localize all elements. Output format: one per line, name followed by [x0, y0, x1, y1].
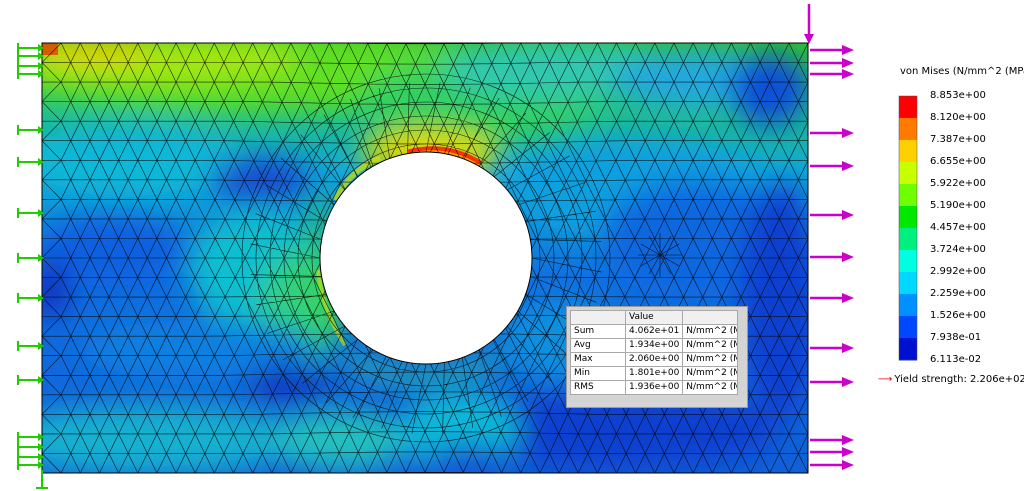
row-name: Max [570, 352, 626, 367]
load-arrow [810, 293, 854, 303]
legend-color-band [899, 140, 917, 163]
row-value: 4.062e+01 [624, 324, 684, 339]
table-row[interactable]: Min 1.801e+00 N/mm^2 (M [570, 366, 739, 381]
fixture-marker [17, 157, 44, 167]
legend-label: 3.724e+00 [930, 244, 986, 255]
legend-label: 5.190e+00 [930, 200, 986, 211]
hole-outline [319, 151, 533, 365]
load-arrow [810, 252, 854, 262]
load-arrow [810, 69, 854, 79]
load-arrow [810, 210, 854, 220]
legend-label: 5.922e+00 [930, 178, 986, 189]
row-unit: N/mm^2 (M [682, 352, 739, 367]
load-arrow [810, 447, 854, 457]
column-header [682, 310, 739, 325]
fixture-marker [17, 51, 44, 61]
stress-plot [17, 4, 918, 489]
legend-color-band [899, 184, 917, 207]
table-row[interactable]: RMS 1.936e+00 N/mm^2 (M [570, 380, 739, 395]
fixture-marker [17, 43, 44, 53]
legend-label: 4.457e+00 [930, 222, 986, 233]
fixture-marker [17, 125, 44, 135]
row-name: Sum [570, 324, 626, 339]
row-value: 2.060e+00 [624, 352, 684, 367]
legend-label: 6.113e-02 [930, 354, 982, 365]
fixture-marker [17, 452, 44, 462]
fixture-marker [17, 293, 44, 303]
fixture-marker [17, 208, 44, 218]
legend-label: 2.259e+00 [930, 288, 986, 299]
table-row[interactable]: Max 2.060e+00 N/mm^2 (M [570, 352, 739, 367]
row-value: 1.934e+00 [624, 338, 684, 353]
legend-color-band [899, 96, 917, 119]
load-arrow [810, 377, 854, 387]
legend-color-band [899, 272, 917, 295]
fixture-marker [17, 253, 44, 263]
legend-color-band [899, 338, 917, 361]
row-unit: N/mm^2 (M [682, 380, 739, 395]
legend-label: 7.387e+00 [930, 134, 986, 145]
legend-color-band [899, 162, 917, 185]
yield-arrow-icon: ⟶ [878, 374, 893, 385]
probe-results-panel[interactable]: Value Sum 4.062e+01 N/mm^2 (M Avg 1.934e… [566, 306, 748, 408]
legend-label: 8.120e+00 [930, 112, 986, 123]
table-header-row: Value [570, 310, 739, 325]
row-name: RMS [570, 380, 626, 395]
load-arrow [810, 435, 854, 445]
yield-strength: ⟶ Yield strength: 2.206e+02 [878, 374, 1024, 385]
row-name: Min [570, 366, 626, 381]
row-unit: N/mm^2 (M [682, 338, 739, 353]
legend-label: 2.992e+00 [930, 266, 986, 277]
column-header [570, 310, 626, 325]
load-arrow [810, 161, 854, 171]
load-arrow [810, 343, 854, 353]
load-arrow [804, 4, 814, 44]
legend-color-band [899, 250, 917, 273]
legend-color-bar [898, 95, 918, 361]
legend-label: 1.526e+00 [930, 310, 986, 321]
row-unit: N/mm^2 (M [682, 324, 739, 339]
fixture-marker [17, 375, 44, 385]
legend-label: 8.853e+00 [930, 90, 986, 101]
yield-strength-label: Yield strength: 2.206e+02 [894, 374, 1024, 385]
table-row[interactable]: Sum 4.062e+01 N/mm^2 (M [570, 324, 739, 339]
row-unit: N/mm^2 (M [682, 366, 739, 381]
legend-label: 7.938e-01 [930, 332, 982, 343]
load-arrow [810, 45, 854, 55]
column-header: Value [624, 310, 684, 325]
load-arrow [810, 460, 854, 470]
fixture-marker [17, 442, 44, 452]
legend-color-band [899, 118, 917, 141]
load-arrow [810, 58, 854, 68]
row-name: Avg [570, 338, 626, 353]
fixture-marker [17, 61, 44, 71]
applied-loads [804, 4, 854, 470]
fixture-marker [17, 69, 44, 79]
probe-results-table: Value Sum 4.062e+01 N/mm^2 (M Avg 1.934e… [570, 310, 739, 395]
stress-field [42, 43, 808, 473]
legend-color-band [899, 228, 917, 251]
legend-color-band [899, 316, 917, 339]
legend-label: 6.655e+00 [930, 156, 986, 167]
row-value: 1.936e+00 [624, 380, 684, 395]
table-row[interactable]: Avg 1.934e+00 N/mm^2 (M [570, 338, 739, 353]
legend-color-band [899, 206, 917, 229]
fixture-marker [17, 341, 44, 351]
row-value: 1.801e+00 [624, 366, 684, 381]
legend-color-band [899, 294, 917, 317]
fixture-marker [17, 432, 44, 442]
load-arrow [810, 128, 854, 138]
legend-title: von Mises (N/mm^2 (MPa)) [900, 66, 1024, 77]
fixture-marker [17, 460, 44, 470]
